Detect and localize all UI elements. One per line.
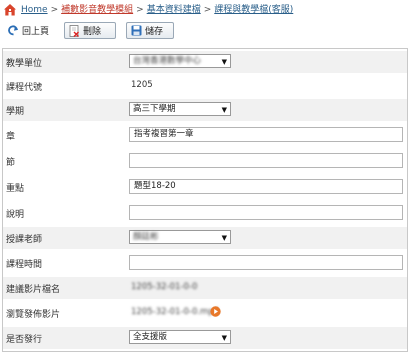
delete-button-label: 刪除: [83, 27, 102, 37]
form-row-teacher: 授課老師 顏廷彬 ▼: [3, 227, 407, 249]
delete-button[interactable]: 刪除: [64, 22, 116, 39]
form-row-browse-video: 瀏覽發佈影片 1205-32-01-0-0.mp4: [3, 301, 407, 325]
semester-select-value: 高三下學期: [133, 104, 176, 114]
course-code-label: 課程代號: [6, 83, 43, 93]
breadcrumb-separator: >: [203, 5, 212, 15]
publish-select-value: 全支援版: [133, 332, 168, 342]
suggested-video-label: 建議影片檔名: [6, 285, 61, 295]
form-row-suggested-video: 建議影片檔名 1205-32-01-0-0: [3, 277, 407, 299]
browse-video-label: 瀏覽發佈影片: [6, 310, 61, 320]
teacher-select[interactable]: 顏廷彬 ▼: [129, 230, 231, 244]
form-row-section: 節: [3, 149, 407, 173]
section-label: 節: [6, 158, 16, 168]
teacher-label: 授課老師: [6, 235, 43, 245]
delete-document-icon: [69, 24, 79, 37]
breadcrumb-module[interactable]: 補數影音教學模組: [61, 5, 133, 15]
chapter-input[interactable]: 指考複習第一章: [129, 127, 403, 142]
form-row-unit: 教學單位 台灣香港數學中心 ▼: [3, 51, 407, 73]
description-label: 說明: [6, 210, 25, 220]
chevron-down-icon: ▼: [221, 334, 227, 342]
home-icon[interactable]: [3, 3, 17, 17]
semester-label: 學期: [6, 107, 25, 117]
teacher-select-value: 顏廷彬: [133, 232, 159, 242]
course-code-value: 1205: [131, 80, 153, 90]
back-button-label: 回上頁: [22, 27, 50, 37]
course-edit-page: Home > 補數影音教學模組 > 基本資料建檔 > 課程與教學檔(客服) 回上頁 刪除: [0, 0, 410, 358]
browse-video-value[interactable]: 1205-32-01-0-0.mp4: [131, 307, 219, 317]
breadcrumb-separator: >: [136, 5, 144, 15]
semester-select[interactable]: 高三下學期 ▼: [129, 102, 231, 116]
chevron-down-icon: ▼: [221, 234, 227, 242]
unit-select-value: 台灣香港數學中心: [133, 56, 202, 66]
course-form: 教學單位 台灣香港數學中心 ▼ 課程代號 1205 學期 高三下學期 ▼ 章 指…: [2, 48, 408, 352]
focus-input-value: 題型18-20: [134, 181, 176, 191]
course-time-label: 課程時間: [6, 260, 43, 270]
save-button[interactable]: 儲存: [126, 22, 174, 39]
form-row-description: 說明: [3, 201, 407, 225]
course-time-input[interactable]: [129, 255, 403, 270]
breadcrumb-home[interactable]: Home: [21, 5, 48, 15]
description-input[interactable]: [129, 205, 403, 220]
chevron-down-icon: ▼: [221, 106, 227, 114]
back-arrow-icon: [8, 25, 18, 36]
focus-input[interactable]: 題型18-20: [129, 179, 403, 194]
unit-label: 教學單位: [6, 59, 43, 69]
form-row-focus: 重點 題型18-20: [3, 175, 407, 199]
focus-label: 重點: [6, 184, 25, 194]
form-row-chapter: 章 指考複習第一章: [3, 123, 407, 147]
chapter-input-value: 指考複習第一章: [134, 129, 194, 139]
publish-label: 是否發行: [6, 335, 43, 345]
breadcrumb-current[interactable]: 課程與教學檔(客服): [214, 5, 293, 15]
suggested-video-value: 1205-32-01-0-0: [131, 282, 198, 292]
breadcrumb: Home > 補數影音教學模組 > 基本資料建檔 > 課程與教學檔(客服): [0, 0, 410, 20]
breadcrumb-separator: >: [50, 5, 59, 15]
play-icon[interactable]: [210, 306, 221, 317]
form-row-publish: 是否發行 全支援版 ▼: [3, 327, 407, 349]
save-button-label: 儲存: [145, 27, 164, 37]
unit-select[interactable]: 台灣香港數學中心 ▼: [129, 54, 231, 68]
chevron-down-icon: ▼: [221, 58, 227, 66]
back-button[interactable]: 回上頁: [4, 22, 56, 39]
form-row-course-time: 課程時間: [3, 251, 407, 275]
publish-select[interactable]: 全支援版 ▼: [129, 330, 231, 344]
toolbar: 回上頁 刪除 儲存: [0, 21, 410, 41]
form-row-course-code: 課程代號 1205: [3, 75, 407, 97]
breadcrumb-trail: Home > 補數影音教學模組 > 基本資料建檔 > 課程與教學檔(客服): [21, 5, 293, 16]
chapter-label: 章: [6, 132, 16, 142]
floppy-disk-icon: [131, 25, 142, 36]
form-row-semester: 學期 高三下學期 ▼: [3, 99, 407, 121]
breadcrumb-basic-data[interactable]: 基本資料建檔: [147, 5, 201, 15]
section-input[interactable]: [129, 153, 403, 168]
